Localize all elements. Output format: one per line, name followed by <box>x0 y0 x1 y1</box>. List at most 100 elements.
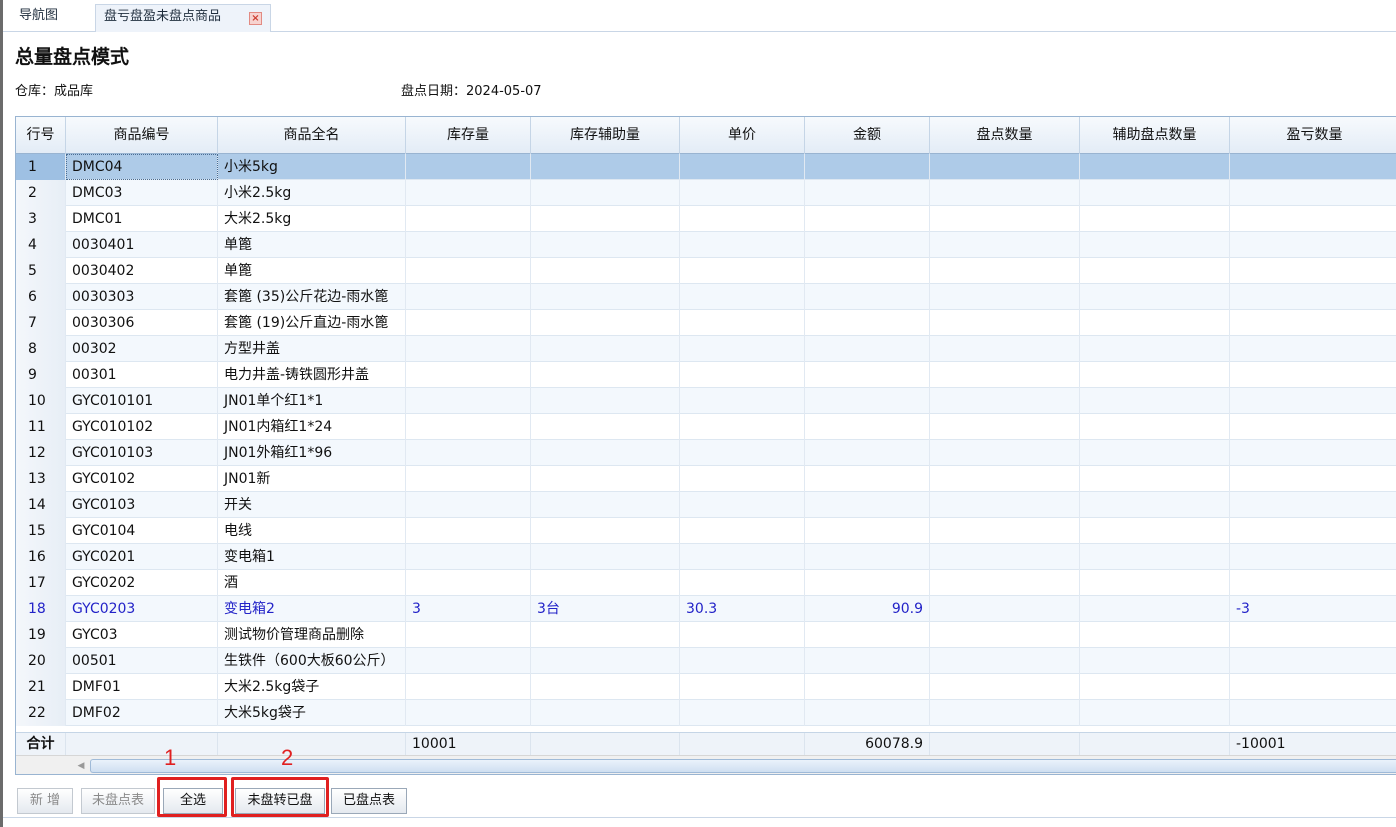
cell-stock-qty[interactable] <box>406 258 531 284</box>
cell-stock-aux-qty[interactable] <box>531 492 680 518</box>
cell-count-qty[interactable] <box>930 258 1080 284</box>
cell-product-code[interactable]: 0030402 <box>66 258 218 284</box>
cell-stock-qty[interactable] <box>406 336 531 362</box>
cell-amount[interactable] <box>805 544 930 570</box>
cell-amount[interactable] <box>805 284 930 310</box>
table-row[interactable]: 22 DMF02 大米5kg袋子 <box>16 700 1396 726</box>
cell-diff-qty[interactable] <box>1230 180 1396 206</box>
cell-stock-qty[interactable] <box>406 440 531 466</box>
cell-aux-count-qty[interactable] <box>1080 206 1230 232</box>
cell-product-name[interactable]: JN01新 <box>218 466 406 492</box>
cell-unit-price[interactable] <box>680 232 805 258</box>
cell-amount[interactable] <box>805 622 930 648</box>
cell-product-name[interactable]: 套篦 (19)公斤直边-雨水篦 <box>218 310 406 336</box>
cell-stock-qty[interactable] <box>406 622 531 648</box>
cell-product-code[interactable]: 0030303 <box>66 284 218 310</box>
table-row[interactable]: 19 GYC03 测试物价管理商品删除 <box>16 622 1396 648</box>
scroll-left-icon[interactable]: ◀ <box>74 759 88 773</box>
cell-stock-aux-qty[interactable] <box>531 206 680 232</box>
cell-count-qty[interactable] <box>930 232 1080 258</box>
cell-amount[interactable] <box>805 570 930 596</box>
cell-unit-price[interactable] <box>680 622 805 648</box>
cell-aux-count-qty[interactable] <box>1080 232 1230 258</box>
cell-diff-qty[interactable] <box>1230 258 1396 284</box>
table-row[interactable]: 6 0030303 套篦 (35)公斤花边-雨水篦 <box>16 284 1396 310</box>
cell-product-name[interactable]: 单篦 <box>218 258 406 284</box>
cell-aux-count-qty[interactable] <box>1080 440 1230 466</box>
cell-amount[interactable] <box>805 336 930 362</box>
cell-amount[interactable]: 90.9 <box>805 596 930 622</box>
cell-amount[interactable] <box>805 310 930 336</box>
cell-diff-qty[interactable] <box>1230 570 1396 596</box>
cell-diff-qty[interactable] <box>1230 674 1396 700</box>
table-row[interactable]: 11 GYC010102 JN01内箱红1*24 <box>16 414 1396 440</box>
cell-count-qty[interactable] <box>930 284 1080 310</box>
cell-aux-count-qty[interactable] <box>1080 414 1230 440</box>
column-header-stock-qty[interactable]: 库存量 <box>406 117 531 154</box>
cell-aux-count-qty[interactable] <box>1080 700 1230 726</box>
cell-count-qty[interactable] <box>930 648 1080 674</box>
cell-product-code[interactable]: 00301 <box>66 362 218 388</box>
table-row[interactable]: 8 00302 方型井盖 <box>16 336 1396 362</box>
cell-amount[interactable] <box>805 232 930 258</box>
table-row[interactable]: 10 GYC010101 JN01单个红1*1 <box>16 388 1396 414</box>
cell-product-name[interactable]: 大米2.5kg袋子 <box>218 674 406 700</box>
cell-amount[interactable] <box>805 700 930 726</box>
cell-stock-aux-qty[interactable] <box>531 362 680 388</box>
cell-unit-price[interactable]: 30.3 <box>680 596 805 622</box>
cell-product-name[interactable]: 电力井盖-铸铁圆形井盖 <box>218 362 406 388</box>
cell-aux-count-qty[interactable] <box>1080 544 1230 570</box>
cell-stock-qty[interactable] <box>406 570 531 596</box>
cell-amount[interactable] <box>805 258 930 284</box>
cell-aux-count-qty[interactable] <box>1080 388 1230 414</box>
cell-stock-aux-qty[interactable] <box>531 180 680 206</box>
cell-product-name[interactable]: 电线 <box>218 518 406 544</box>
cell-unit-price[interactable] <box>680 414 805 440</box>
table-row[interactable]: 21 DMF01 大米2.5kg袋子 <box>16 674 1396 700</box>
tab-navigation-map[interactable]: 导航图 <box>11 4 87 32</box>
column-header-unit-price[interactable]: 单价 <box>680 117 805 154</box>
cell-stock-aux-qty[interactable] <box>531 258 680 284</box>
cell-diff-qty[interactable] <box>1230 544 1396 570</box>
cell-unit-price[interactable] <box>680 388 805 414</box>
cell-stock-aux-qty[interactable] <box>531 570 680 596</box>
column-header-stock-aux-qty[interactable]: 库存辅助量 <box>531 117 680 154</box>
cell-product-code[interactable]: 0030401 <box>66 232 218 258</box>
cell-stock-qty[interactable] <box>406 414 531 440</box>
cell-aux-count-qty[interactable] <box>1080 310 1230 336</box>
cell-aux-count-qty[interactable] <box>1080 596 1230 622</box>
cell-product-code[interactable]: DMF01 <box>66 674 218 700</box>
cell-aux-count-qty[interactable] <box>1080 284 1230 310</box>
cell-unit-price[interactable] <box>680 180 805 206</box>
cell-amount[interactable] <box>805 388 930 414</box>
cell-stock-qty[interactable] <box>406 700 531 726</box>
cell-count-qty[interactable] <box>930 466 1080 492</box>
table-row[interactable]: 16 GYC0201 变电箱1 <box>16 544 1396 570</box>
cell-diff-qty[interactable] <box>1230 310 1396 336</box>
cell-stock-qty[interactable] <box>406 180 531 206</box>
cell-amount[interactable] <box>805 674 930 700</box>
cell-amount[interactable] <box>805 466 930 492</box>
cell-stock-aux-qty[interactable] <box>531 544 680 570</box>
column-header-aux-count-qty[interactable]: 辅助盘点数量 <box>1080 117 1230 154</box>
cell-amount[interactable] <box>805 180 930 206</box>
column-header-row-number[interactable]: 行号 <box>16 117 66 154</box>
cell-diff-qty[interactable] <box>1230 440 1396 466</box>
cell-unit-price[interactable] <box>680 258 805 284</box>
cell-stock-aux-qty[interactable] <box>531 518 680 544</box>
cell-amount[interactable] <box>805 414 930 440</box>
cell-product-code[interactable]: 00501 <box>66 648 218 674</box>
cell-unit-price[interactable] <box>680 492 805 518</box>
cell-count-qty[interactable] <box>930 518 1080 544</box>
cell-product-name[interactable]: JN01外箱红1*96 <box>218 440 406 466</box>
cell-stock-aux-qty[interactable] <box>531 154 680 180</box>
cell-count-qty[interactable] <box>930 674 1080 700</box>
table-row[interactable]: 9 00301 电力井盖-铸铁圆形井盖 <box>16 362 1396 388</box>
cell-amount[interactable] <box>805 206 930 232</box>
cell-product-name[interactable]: 小米5kg <box>218 154 406 180</box>
cell-count-qty[interactable] <box>930 596 1080 622</box>
cell-unit-price[interactable] <box>680 154 805 180</box>
cell-aux-count-qty[interactable] <box>1080 492 1230 518</box>
cell-stock-qty[interactable] <box>406 492 531 518</box>
cell-product-name[interactable]: 大米2.5kg <box>218 206 406 232</box>
